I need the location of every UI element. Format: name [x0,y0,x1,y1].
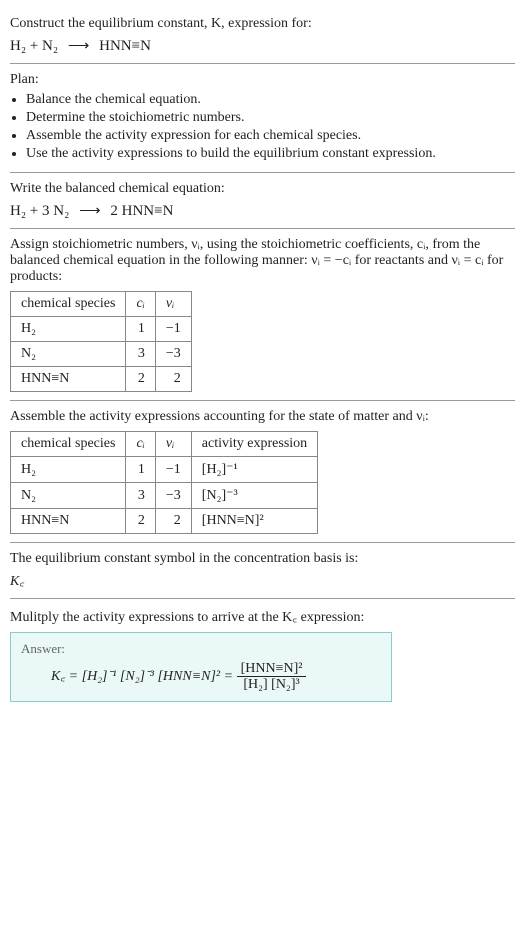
intro-section: Construct the equilibrium constant, K, e… [10,8,515,64]
col-ci: cᵢ [126,432,155,457]
activity-section: Assemble the activity expressions accoun… [10,401,515,543]
intro-line1: Construct the equilibrium constant, K, e… [10,16,312,31]
stoich-text: Assign stoichiometric numbers, νᵢ, using… [10,237,515,285]
col-species: chemical species [11,432,126,457]
activity-table: chemical species cᵢ νᵢ activity expressi… [10,431,318,534]
symbol-value: K꜀ [10,571,515,590]
balanced-eq-rhs: 2 HNN≡N [110,203,173,219]
fraction-numerator: [HNN≡N]² [237,661,307,677]
activity-text: Assemble the activity expressions accoun… [10,409,515,425]
plan-item: Balance the chemical equation. [26,92,515,108]
cell-nui: −1 [155,457,191,483]
cell-nui: 2 [155,367,191,392]
arrow-icon: ⟶ [68,36,90,55]
balanced-eq-lhs: H₂ + 3 N₂ [10,203,69,219]
table-header-row: chemical species cᵢ νᵢ [11,292,192,317]
plan-section: Plan: Balance the chemical equation. Det… [10,64,515,173]
cell-ci: 1 [126,457,155,483]
cell-activity: [HNN≡N]² [191,509,317,534]
cell-ci: 3 [126,342,155,367]
cell-nui: −1 [155,317,191,342]
table-row: H₂ 1 −1 [11,317,192,342]
balanced-equation: H₂ + 3 N₂ ⟶ 2 HNN≡N [10,201,515,220]
final-section: Mulitply the activity expressions to arr… [10,599,515,710]
plan-item: Assemble the activity expression for eac… [26,128,515,144]
table-row: HNN≡N 2 2 [HNN≡N]² [11,509,318,534]
cell-species: N₂ [11,483,126,509]
balanced-title: Write the balanced chemical equation: [10,181,515,197]
balanced-section: Write the balanced chemical equation: H₂… [10,173,515,229]
col-nui: νᵢ [155,432,191,457]
symbol-title: The equilibrium constant symbol in the c… [10,551,515,567]
cell-species: N₂ [11,342,126,367]
table-row: N₂ 3 −3 [11,342,192,367]
cell-nui: 2 [155,509,191,534]
plan-title: Plan: [10,72,515,88]
table-row: H₂ 1 −1 [H₂]⁻¹ [11,457,318,483]
cell-activity: [H₂]⁻¹ [191,457,317,483]
fraction-denominator: [H₂] [N₂]³ [237,677,307,692]
col-nui: νᵢ [155,292,191,317]
stoich-section: Assign stoichiometric numbers, νᵢ, using… [10,229,515,401]
intro-equation: H₂ + N₂ ⟶ HNN≡N [10,36,515,55]
cell-ci: 3 [126,483,155,509]
cell-species: HNN≡N [11,367,126,392]
cell-nui: −3 [155,342,191,367]
intro-eq-rhs: HNN≡N [99,38,151,54]
cell-nui: −3 [155,483,191,509]
cell-species: H₂ [11,317,126,342]
cell-ci: 2 [126,367,155,392]
answer-box: Answer: K꜀ = [H₂]⁻¹ [N₂]⁻³ [HNN≡N]² = [H… [10,632,392,702]
intro-text: Construct the equilibrium constant, K, e… [10,16,515,32]
table-header-row: chemical species cᵢ νᵢ activity expressi… [11,432,318,457]
plan-item: Determine the stoichiometric numbers. [26,110,515,126]
symbol-section: The equilibrium constant symbol in the c… [10,543,515,599]
cell-species: H₂ [11,457,126,483]
plan-item: Use the activity expressions to build th… [26,146,515,162]
answer-lhs: K꜀ = [H₂]⁻¹ [N₂]⁻³ [HNN≡N]² = [51,669,233,684]
col-activity: activity expression [191,432,317,457]
arrow-icon: ⟶ [79,201,101,220]
plan-list: Balance the chemical equation. Determine… [10,92,515,162]
cell-activity: [N₂]⁻³ [191,483,317,509]
cell-ci: 1 [126,317,155,342]
stoich-table: chemical species cᵢ νᵢ H₂ 1 −1 N₂ 3 −3 H… [10,291,192,392]
answer-fraction: [HNN≡N]² [H₂] [N₂]³ [237,661,307,693]
answer-label: Answer: [21,641,381,657]
table-row: HNN≡N 2 2 [11,367,192,392]
final-title: Mulitply the activity expressions to arr… [10,607,515,626]
col-ci: cᵢ [126,292,155,317]
cell-ci: 2 [126,509,155,534]
intro-eq-lhs: H₂ + N₂ [10,38,58,54]
cell-species: HNN≡N [11,509,126,534]
table-row: N₂ 3 −3 [N₂]⁻³ [11,483,318,509]
answer-expression: K꜀ = [H₂]⁻¹ [N₂]⁻³ [HNN≡N]² = [HNN≡N]² [… [21,661,381,693]
col-species: chemical species [11,292,126,317]
